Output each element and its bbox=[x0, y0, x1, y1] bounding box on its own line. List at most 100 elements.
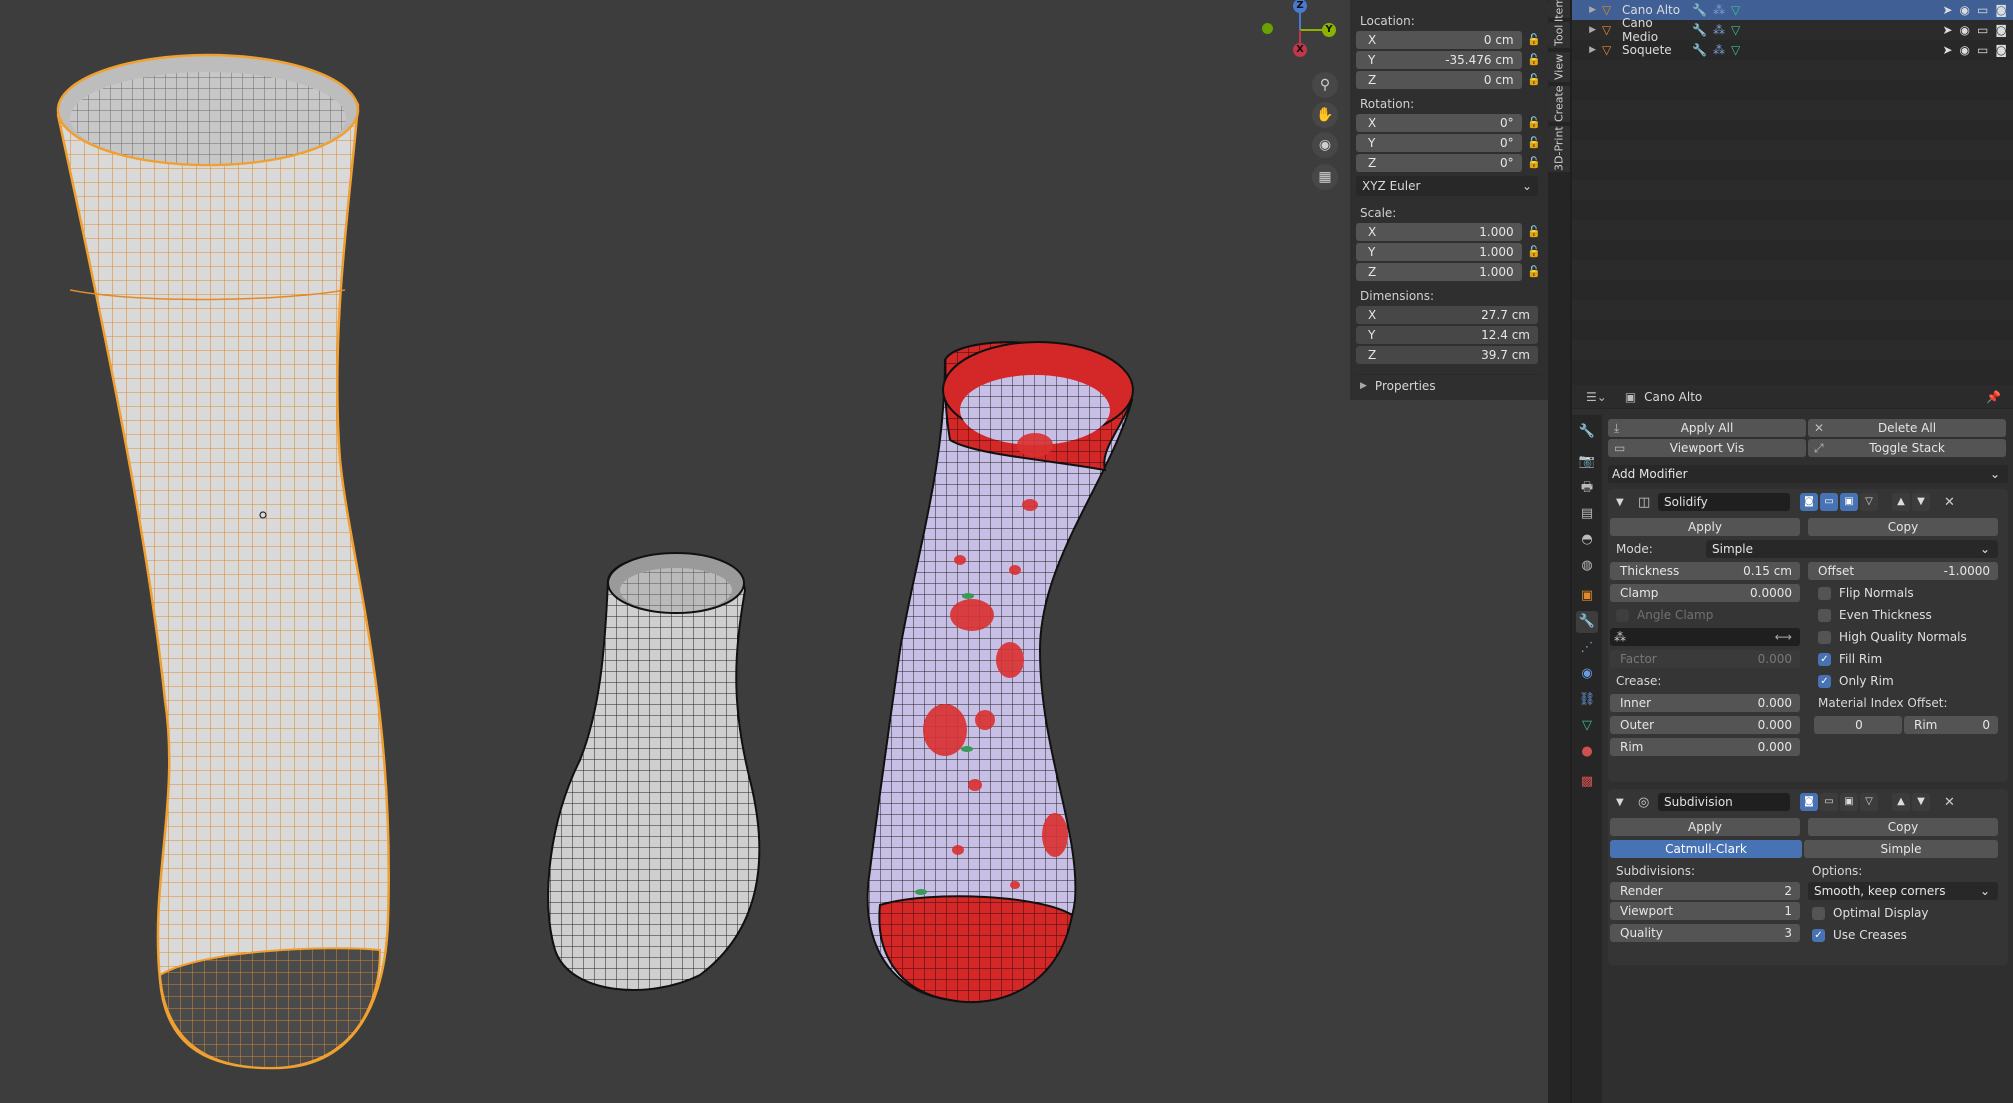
uv-smooth-select[interactable]: Smooth, keep corners ⌄ bbox=[1808, 882, 1998, 900]
editor-type-icon[interactable]: ☰⌄ bbox=[1586, 390, 1607, 404]
subdivision-copy-button[interactable]: Copy bbox=[1808, 818, 1998, 836]
vertex-group-field[interactable]: ⁂ ⟷ bbox=[1610, 628, 1800, 646]
lock-icon[interactable]: 🔓 bbox=[1526, 225, 1542, 238]
material-offset-field[interactable]: 0 bbox=[1814, 716, 1902, 734]
view-layer-tab-icon[interactable]: ▤ bbox=[1576, 503, 1598, 525]
solidify-name-field[interactable]: Solidify bbox=[1658, 493, 1790, 511]
angle-clamp-checkbox[interactable]: Angle Clamp bbox=[1616, 608, 1713, 622]
mesh-data-icon[interactable]: ▽ bbox=[1731, 3, 1740, 17]
move-down-icon[interactable]: ▼ bbox=[1912, 493, 1930, 511]
patterned-sock-mesh[interactable] bbox=[866, 341, 1134, 1004]
subdivision-name-field[interactable]: Subdivision bbox=[1658, 793, 1790, 811]
modifier-wrench-icon[interactable]: 🔧 bbox=[1692, 3, 1707, 17]
mode-select[interactable]: Simple ⌄ bbox=[1706, 540, 1998, 558]
tall-sock-mesh[interactable] bbox=[56, 53, 390, 1070]
tab-item[interactable]: Item bbox=[1548, 0, 1570, 22]
crease-inner-field[interactable]: Inner 0.000 bbox=[1610, 694, 1800, 712]
scale-z-field[interactable]: Z 1.000 bbox=[1356, 262, 1522, 281]
short-sock-mesh[interactable] bbox=[547, 552, 761, 991]
eye-icon[interactable]: ◉ bbox=[1960, 3, 1970, 17]
on-cage-icon[interactable]: ▽ bbox=[1860, 493, 1878, 511]
zoom-icon[interactable]: ⚲ bbox=[1312, 72, 1338, 98]
lock-icon[interactable]: 🔓 bbox=[1526, 33, 1542, 46]
lock-icon[interactable]: 🔓 bbox=[1526, 136, 1542, 149]
gizmo-x-axis[interactable]: X bbox=[1293, 43, 1307, 57]
modifier-tab-icon[interactable]: 🔧 bbox=[1576, 611, 1598, 633]
delete-all-button[interactable]: ✕ Delete All bbox=[1808, 419, 2006, 437]
render-levels-field[interactable]: Render 2 bbox=[1610, 882, 1800, 900]
viewport-scene[interactable] bbox=[0, 0, 1548, 1103]
collapse-triangle-icon[interactable]: ▼ bbox=[1616, 497, 1638, 508]
object-tab-icon[interactable]: ▣ bbox=[1576, 585, 1598, 607]
outliner-item-soquete[interactable]: ▶ ▽ Soquete 🔧 ⁂ ▽ ➤ ◉ ▭ ◙ bbox=[1572, 40, 2013, 60]
lock-icon[interactable]: 🔓 bbox=[1526, 245, 1542, 258]
dimensions-z-field[interactable]: Z 39.7 cm bbox=[1356, 345, 1538, 364]
quality-field[interactable]: Quality 3 bbox=[1610, 924, 1800, 942]
simple-toggle[interactable]: Simple bbox=[1804, 840, 1998, 858]
camera-icon[interactable]: ◉ bbox=[1312, 132, 1338, 158]
tab-create[interactable]: Create bbox=[1548, 86, 1570, 122]
lock-icon[interactable]: 🔓 bbox=[1526, 53, 1542, 66]
edit-mode-icon[interactable]: ▣ bbox=[1840, 793, 1858, 811]
constraints-tab-icon[interactable]: ⛓ bbox=[1576, 689, 1598, 711]
rotation-z-field[interactable]: Z 0° bbox=[1356, 153, 1522, 172]
3d-viewport[interactable]: Z Y X ⚲ ✋ ◉ ▦ Location: X 0 cm 🔓 Y -35.476 c… bbox=[0, 0, 1548, 1103]
selectable-arrow-icon[interactable]: ➤ bbox=[1942, 43, 1952, 57]
viewport-monitor-icon[interactable]: ▭ bbox=[1977, 23, 1988, 37]
physics-tab-icon[interactable]: ◉ bbox=[1576, 663, 1598, 685]
remove-modifier-icon[interactable]: ✕ bbox=[1944, 495, 1955, 510]
fill-rim-checkbox[interactable]: ✓ Fill Rim bbox=[1818, 652, 1882, 666]
move-up-icon[interactable]: ▲ bbox=[1892, 493, 1910, 511]
outliner-item-cano-medio[interactable]: ▶ ▽ Cano Medio 🔧 ⁂ ▽ ➤ ◉ ▭ ◙ bbox=[1572, 16, 2013, 44]
outliner[interactable]: ▶ ▽ Cano Alto 🔧 ⁂ ▽ ➤ ◉ ▭ ◙ ▶ ▽ Cano Medio 🔧 ⁂ ▽ ➤ ◉ ▭ ◙ ▶ ▽ S… bbox=[1570, 0, 2013, 385]
move-up-icon[interactable]: ▲ bbox=[1892, 793, 1910, 811]
rotation-y-field[interactable]: Y 0° bbox=[1356, 133, 1522, 152]
gizmo-neg-y-axis[interactable] bbox=[1262, 23, 1273, 34]
offset-field[interactable]: Offset -1.0000 bbox=[1808, 562, 1998, 580]
rotation-x-field[interactable]: X 0° bbox=[1356, 113, 1522, 132]
dimensions-x-field[interactable]: X 27.7 cm bbox=[1356, 305, 1538, 324]
vertex-group-icon[interactable]: ⁂ bbox=[1713, 3, 1725, 17]
solidify-copy-button[interactable]: Copy bbox=[1808, 518, 1998, 536]
clamp-field[interactable]: Clamp 0.0000 bbox=[1610, 584, 1800, 602]
particles-tab-icon[interactable]: ⋰ bbox=[1576, 637, 1598, 659]
pin-icon[interactable]: 📌 bbox=[1986, 390, 2001, 404]
mesh-data-icon[interactable]: ▽ bbox=[1731, 23, 1740, 37]
render-tab-icon[interactable]: 📷 bbox=[1576, 451, 1598, 473]
crease-rim-field[interactable]: Rim 0.000 bbox=[1610, 738, 1800, 756]
selectable-arrow-icon[interactable]: ➤ bbox=[1942, 3, 1952, 17]
subdivision-apply-button[interactable]: Apply bbox=[1610, 818, 1800, 836]
use-creases-checkbox[interactable]: ✓ Use Creases bbox=[1812, 928, 1907, 942]
thickness-field[interactable]: Thickness 0.15 cm bbox=[1610, 562, 1800, 580]
high-quality-normals-checkbox[interactable]: High Quality Normals bbox=[1818, 630, 1967, 644]
render-camera-icon[interactable]: ◙ bbox=[1995, 23, 2007, 37]
texture-tab-icon[interactable]: ▩ bbox=[1576, 771, 1598, 793]
rotation-mode-select[interactable]: XYZ Euler ⌄ bbox=[1356, 176, 1538, 196]
vertex-group-icon[interactable]: ⁂ bbox=[1713, 23, 1725, 37]
render-camera-icon[interactable]: ◙ bbox=[1995, 43, 2007, 57]
selectable-arrow-icon[interactable]: ➤ bbox=[1942, 23, 1952, 37]
grid-view-icon[interactable]: ▦ bbox=[1312, 164, 1338, 190]
eye-icon[interactable]: ◉ bbox=[1960, 23, 1970, 37]
expand-triangle-icon[interactable]: ▶ bbox=[1572, 5, 1602, 15]
apply-all-button[interactable]: ⤓ Apply All bbox=[1608, 419, 1806, 437]
material-tab-icon[interactable]: ● bbox=[1576, 741, 1598, 763]
vertex-group-icon[interactable]: ⁂ bbox=[1713, 43, 1725, 57]
even-thickness-checkbox[interactable]: Even Thickness bbox=[1818, 608, 1932, 622]
scale-y-field[interactable]: Y 1.000 bbox=[1356, 242, 1522, 261]
eye-icon[interactable]: ◉ bbox=[1960, 43, 1970, 57]
on-cage-icon[interactable]: ▽ bbox=[1860, 793, 1878, 811]
viewport-vis-button[interactable]: ▭ Viewport Vis bbox=[1608, 439, 1806, 457]
only-rim-checkbox[interactable]: ✓ Only Rim bbox=[1818, 674, 1894, 688]
edit-mode-icon[interactable]: ▣ bbox=[1840, 493, 1858, 511]
add-modifier-dropdown[interactable]: Add Modifier ⌄ bbox=[1608, 465, 2008, 483]
move-down-icon[interactable]: ▼ bbox=[1912, 793, 1930, 811]
lock-icon[interactable]: 🔓 bbox=[1526, 156, 1542, 169]
tab-3d-print[interactable]: 3D-Print bbox=[1548, 126, 1570, 172]
expand-triangle-icon[interactable]: ▶ bbox=[1572, 45, 1602, 55]
invert-arrows-icon[interactable]: ⟷ bbox=[1775, 630, 1792, 644]
solidify-apply-button[interactable]: Apply bbox=[1610, 518, 1800, 536]
properties-subpanel-header[interactable]: ▶ Properties bbox=[1356, 374, 1542, 396]
modifier-wrench-icon[interactable]: 🔧 bbox=[1692, 23, 1707, 37]
viewport-levels-field[interactable]: Viewport 1 bbox=[1610, 902, 1800, 920]
